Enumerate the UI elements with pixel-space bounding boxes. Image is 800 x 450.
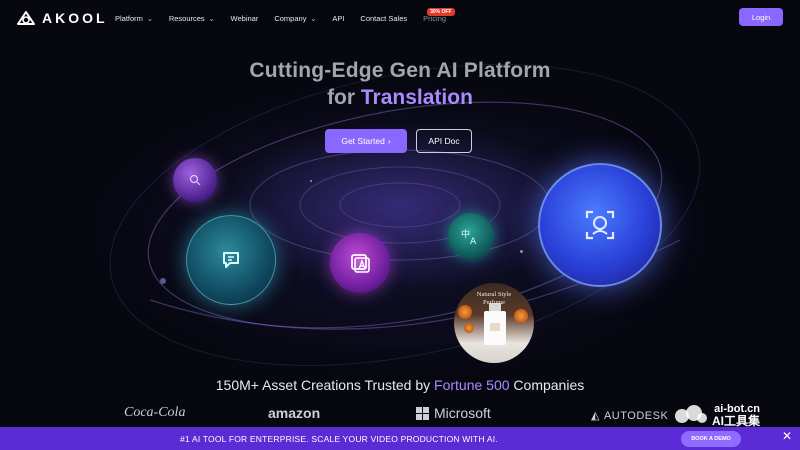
star-dot [520, 250, 523, 253]
product-photo-orb[interactable]: Natural Style Perfume [454, 283, 534, 363]
nav-item-contact-sales[interactable]: Contact Sales [360, 14, 407, 23]
nav-label: API [332, 14, 345, 23]
chevron-down-icon: ⌄ [208, 15, 215, 23]
trust-prefix: 150M+ Asset Creations Trusted by [215, 377, 435, 393]
chevron-down-icon: ⌄ [146, 15, 153, 23]
nav-item-api[interactable]: API [332, 14, 344, 23]
nav-item-pricing[interactable]: 30% OFF Pricing [423, 8, 455, 23]
search-orb[interactable] [173, 158, 217, 202]
perfume-label [490, 323, 500, 331]
star-dot [160, 278, 166, 284]
svg-text:A: A [470, 237, 477, 247]
speech-bubble-icon [223, 252, 239, 268]
promo-banner: #1 AI TOOL FOR ENTERPRISE. SCALE YOUR VI… [0, 427, 800, 450]
trust-statement: 150M+ Asset Creations Trusted by Fortune… [0, 377, 800, 393]
watermark-logo-icon [675, 405, 707, 423]
logo-text: AKOOL [42, 10, 108, 26]
autodesk-mark-icon: ◭ [591, 410, 600, 422]
nav-label: Contact Sales [360, 14, 408, 23]
face-scan-icon [585, 210, 615, 240]
close-icon[interactable]: ✕ [782, 429, 792, 443]
microsoft-wordmark: Microsoft [434, 405, 491, 421]
nav-label: Company [274, 14, 307, 23]
nav-label: Resources [168, 14, 205, 23]
watermark-text: ai-bot.cn AI工具集 [712, 403, 760, 427]
chevron-right-icon: › [387, 136, 391, 146]
face-scan-orb[interactable] [538, 163, 662, 287]
font-a-icon [351, 254, 370, 273]
autodesk-logo: ◭ AUTODESK [591, 409, 669, 423]
hero-subtitle: for Translation [0, 86, 800, 110]
hero-title: Cutting-Edge Gen AI Platform [249, 59, 551, 82]
nav-label: Webinar [230, 14, 259, 23]
language-orb[interactable]: 中 A [448, 213, 494, 259]
photo-caption: Natural Style Perfume [454, 291, 534, 307]
hero-subtitle-accent: Translation [360, 86, 473, 109]
flower-decoration [458, 305, 472, 319]
akool-logo-icon [17, 11, 35, 25]
autodesk-wordmark: AUTODESK [603, 409, 669, 422]
photo-caption-line2: Perfume [482, 299, 506, 306]
watermark-line2: AI工具集 [712, 414, 761, 428]
trust-accent: Fortune 500 [434, 377, 510, 393]
svg-text:中: 中 [461, 228, 470, 240]
amazon-logo: amazon [268, 405, 321, 421]
microsoft-grid-icon [416, 406, 429, 420]
flower-decoration [464, 323, 474, 333]
discount-badge: 30% OFF [427, 8, 455, 16]
get-started-button[interactable]: Get Started › [325, 129, 407, 153]
chevron-down-icon: ⌄ [310, 15, 317, 23]
main-nav: Platform ⌄ Resources ⌄ Webinar Company ⌄… [115, 8, 455, 23]
trust-suffix: Companies [509, 377, 585, 393]
text-translate-orb[interactable] [330, 233, 390, 293]
watermark: ai-bot.cn AI工具集 [672, 403, 760, 427]
book-demo-button[interactable]: BOOK A DEMO [681, 431, 741, 447]
star-dot [310, 180, 312, 182]
coca-cola-logo: Coca-Cola [124, 405, 186, 420]
nav-item-webinar[interactable]: Webinar [231, 14, 259, 23]
nav-item-resources[interactable]: Resources ⌄ [169, 14, 215, 23]
get-started-label: Get Started [341, 136, 385, 146]
voice-translate-orb[interactable] [186, 215, 276, 305]
nav-item-platform[interactable]: Platform ⌄ [115, 14, 153, 23]
top-navigation: AKOOL Platform ⌄ Resources ⌄ Webinar Com… [0, 0, 800, 38]
akool-logo[interactable]: AKOOL [16, 10, 108, 26]
microsoft-logo: Microsoft [416, 405, 491, 421]
photo-caption-line1: Natural Style [476, 291, 512, 298]
flower-decoration [514, 309, 528, 323]
hero-subtitle-prefix: for [327, 86, 361, 109]
login-button[interactable]: Login [739, 8, 783, 26]
search-icon [189, 174, 201, 186]
api-doc-button[interactable]: API Doc [416, 129, 472, 153]
language-icon: 中 A [461, 228, 477, 247]
nav-item-company[interactable]: Company ⌄ [274, 14, 316, 23]
promo-banner-text: #1 AI TOOL FOR ENTERPRISE. SCALE YOUR VI… [180, 434, 498, 444]
nav-label: Platform [115, 14, 143, 23]
